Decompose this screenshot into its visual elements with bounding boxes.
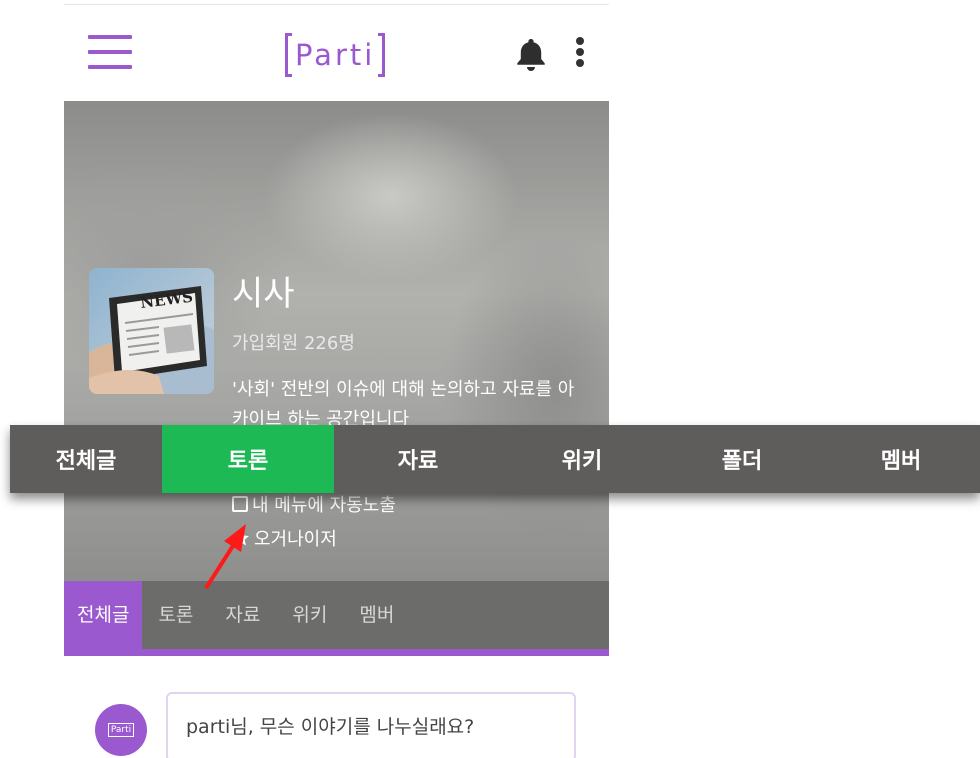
logo-bracket-left — [285, 33, 292, 77]
bell-icon[interactable] — [513, 36, 549, 72]
sub-tab-underline — [64, 649, 609, 656]
kebab-icon[interactable] — [570, 35, 590, 71]
app-header: Parti — [64, 5, 609, 101]
channel-title: 시사 — [232, 274, 295, 314]
member-count: 가입회원 226명 — [232, 333, 355, 354]
sub-tab-discussion[interactable]: 토론 — [142, 581, 209, 649]
zoom-tab-resources[interactable]: 자료 — [334, 425, 502, 493]
auto-menu-toggle[interactable]: 내 메뉴에 자동노출 — [232, 491, 396, 517]
hamburger-icon[interactable] — [88, 35, 132, 71]
sub-tab-members[interactable]: 멤버 — [343, 581, 410, 649]
zoom-tab-folder[interactable]: 폴더 — [662, 425, 822, 493]
avatar[interactable]: Parti — [95, 704, 147, 756]
sub-tab-all[interactable]: 전체글 — [64, 581, 143, 649]
sub-tab-wiki[interactable]: 위키 — [276, 581, 343, 649]
star-icon — [233, 530, 249, 546]
checkbox-icon[interactable] — [232, 496, 248, 512]
organizer-link[interactable]: 오거나이저 — [232, 525, 337, 551]
zoom-tab-members[interactable]: 멤버 — [822, 425, 980, 493]
zoom-tab-all[interactable]: 전체글 — [10, 425, 162, 493]
avatar-label: Parti — [107, 723, 135, 737]
channel-hero: NEWS 시사 가입회원 226명 '사회' 전반의 이슈에 대해 논의하고 자… — [64, 101, 609, 581]
post-composer-input[interactable]: parti님, 무슨 이야기를 나누실래요? — [166, 692, 576, 758]
logo-text: Parti — [295, 38, 376, 72]
channel-thumbnail: NEWS — [89, 268, 214, 394]
zoom-tab-wiki[interactable]: 위키 — [502, 425, 662, 493]
organizer-label: 오거나이저 — [254, 529, 337, 550]
channel-sub-tabs: 전체글 토론 자료 위키 멤버 — [64, 581, 609, 649]
zoom-tab-discussion[interactable]: 토론 — [162, 425, 334, 493]
phone-screen: Parti NEWS 시사 가입회원 226명 '사회' 전반의 이슈에 대해 … — [64, 0, 609, 758]
logo-bracket-right — [378, 33, 386, 77]
zoomed-tab-bar: 전체글 토론 자료 위키 폴더 멤버 — [10, 425, 980, 493]
parti-logo[interactable]: Parti — [285, 30, 386, 80]
auto-menu-label: 내 메뉴에 자동노출 — [252, 495, 396, 516]
sub-tab-resources[interactable]: 자료 — [209, 581, 276, 649]
